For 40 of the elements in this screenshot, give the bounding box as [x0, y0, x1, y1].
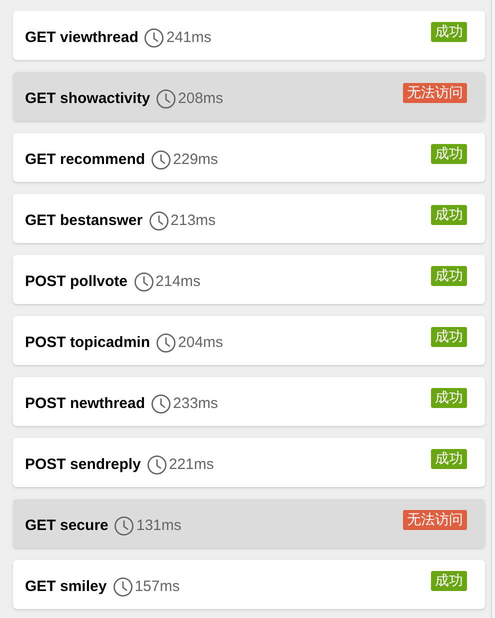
request-name: POST topicadmin: [25, 333, 150, 353]
response-time: 131ms: [136, 516, 182, 536]
response-time: 213ms: [170, 211, 216, 231]
clock-icon: [134, 272, 154, 292]
status-badge: 成功: [431, 205, 467, 225]
response-time: 221ms: [168, 455, 214, 475]
status-badge: 成功: [431, 388, 467, 408]
request-name: GET secure: [25, 516, 108, 536]
request-name: POST sendreply: [25, 455, 141, 475]
status-badge: 成功: [431, 327, 467, 347]
clock-icon: [146, 455, 167, 476]
response-time: 204ms: [178, 333, 224, 353]
request-name: GET viewthread: [25, 28, 138, 48]
response-time: 233ms: [173, 394, 218, 414]
request-name: POST newthread: [25, 394, 146, 414]
clock-icon: [151, 150, 172, 170]
status-badge: 无法访问: [403, 510, 467, 530]
status-badge: 无法访问: [403, 83, 467, 103]
clock-icon: [156, 333, 176, 354]
response-time: 157ms: [134, 577, 180, 597]
status-badge: 成功: [431, 22, 467, 42]
status-badge: 成功: [431, 266, 467, 286]
response-time: 214ms: [156, 272, 201, 292]
response-time: 241ms: [166, 28, 212, 48]
response-time: 229ms: [173, 150, 218, 170]
request-name: GET showactivity: [25, 89, 150, 109]
clock-icon: [148, 211, 169, 232]
status-badge: 成功: [431, 571, 467, 591]
response-time: 208ms: [178, 89, 224, 109]
request-name: GET smiley: [25, 577, 107, 597]
clock-icon: [112, 577, 133, 598]
request-name: POST pollvote: [25, 272, 128, 292]
clock-icon: [144, 28, 164, 48]
status-badge: 成功: [431, 449, 467, 469]
clock-icon: [114, 516, 134, 536]
clock-icon: [156, 89, 176, 110]
request-name: GET bestanswer: [25, 211, 143, 231]
request-name: GET recommend: [25, 150, 146, 170]
status-badge: 成功: [431, 144, 467, 164]
clock-icon: [151, 394, 172, 414]
